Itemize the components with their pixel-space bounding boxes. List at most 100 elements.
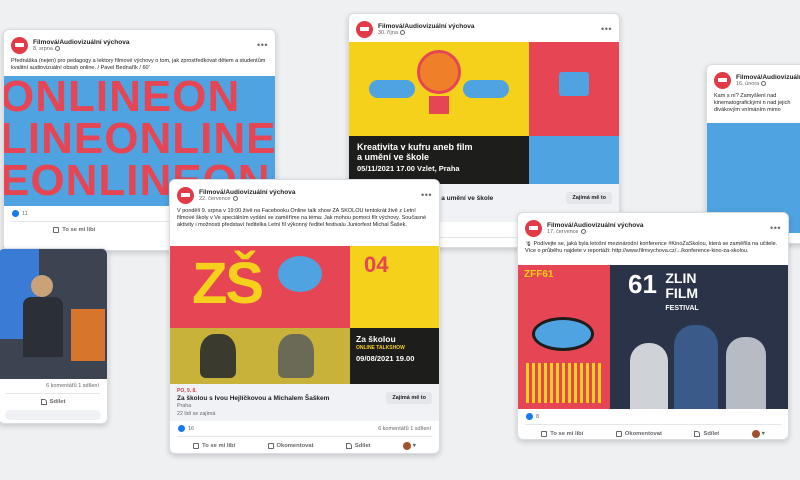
left-hand (369, 80, 415, 98)
comment-input[interactable] (5, 410, 101, 420)
sign-number: 61 (628, 269, 657, 299)
comment-icon (267, 443, 274, 449)
bulb-base (429, 96, 449, 114)
more-options-icon[interactable]: ••• (770, 224, 781, 233)
page-name[interactable]: Filmová/Audiovizuální výchova (378, 23, 601, 30)
globe-icon (399, 29, 405, 35)
audience-selector[interactable]: ▾ (751, 430, 765, 438)
festival-poster-left: ZFF61 (518, 265, 610, 409)
stripes-graphic (526, 363, 602, 403)
post-card-konference: Filmová/Audiovizuální výchova 17. červen… (517, 212, 789, 440)
post-header: Filmová/Audiovizuální výchova 17. červen… (518, 213, 788, 241)
post-image-speaker[interactable] (0, 249, 107, 379)
page-avatar[interactable] (525, 219, 542, 237)
comment-share-counts[interactable]: 6 komentářů 1 sdílení (378, 426, 431, 432)
page-name[interactable]: Filmová/Audiovizuální výchova (736, 74, 800, 81)
thumbs-up-icon (53, 227, 60, 234)
post-header: Filmová/Audiovizuální výchova 22. červen… (170, 180, 439, 208)
festival-sign: 61 ZLIN FILM FESTIVAL (628, 271, 699, 316)
share-icon (40, 399, 47, 405)
like-reaction-icon (526, 413, 533, 420)
post-actions: Sdílet (6, 393, 100, 410)
thumbs-up-icon (541, 431, 548, 437)
play-panel (529, 42, 619, 136)
interested-button[interactable]: Zajímá mě to (566, 192, 612, 204)
thumbs-up-icon (193, 443, 200, 449)
like-button[interactable]: To se mi líbí (193, 442, 235, 450)
post-header: Filmová/Audiovizuální výchova 16. února (707, 65, 800, 93)
like-reaction-icon (178, 425, 185, 432)
post-photo-festival[interactable]: ZFF61 61 ZLIN FILM FESTIVAL (518, 265, 788, 409)
person-2 (674, 325, 718, 409)
post-stats: 16 6 komentářů 1 sdílení (170, 421, 439, 436)
photo-panel-guests (170, 328, 350, 384)
page-name[interactable]: Filmová/Audiovizuální výchova (33, 39, 257, 46)
zs-lettering: ZŠ (192, 251, 264, 316)
post-date[interactable]: 8. srpna (33, 46, 257, 52)
page-avatar[interactable] (714, 71, 731, 89)
play-icon (559, 72, 589, 96)
comment-button[interactable]: Okomentovat (615, 430, 662, 438)
user-avatar (402, 442, 411, 450)
zs-bubble (278, 256, 322, 292)
user-avatar (751, 430, 760, 438)
post-date[interactable]: 17. července (547, 229, 770, 235)
sign-line-3: FESTIVAL (665, 305, 699, 312)
event-link[interactable]: PO, 9. 8. Za školou s Ivou Hejlíčkovou a… (170, 384, 439, 421)
globe-icon (232, 195, 238, 201)
audience-selector[interactable]: ▾ (402, 442, 416, 450)
interested-button[interactable]: Zajímá mě to (386, 392, 432, 404)
post-date[interactable]: 30. října (378, 30, 601, 36)
eye-graphic (532, 317, 594, 351)
stage-chair (71, 309, 105, 361)
more-options-icon[interactable]: ••• (601, 25, 612, 34)
chevron-down-icon: ▾ (761, 431, 765, 437)
cover-title: Za školou (356, 334, 396, 344)
guest-photo-1 (200, 334, 236, 378)
page-avatar[interactable] (177, 186, 194, 204)
guest-photo-2 (278, 334, 314, 378)
title-panel: Kreativita v kufru aneb film a umění ve … (349, 136, 529, 184)
right-hand (463, 80, 509, 98)
post-stats: 6 komentářů 1 sdílení (46, 383, 99, 389)
number-panel: 04 (350, 246, 439, 328)
speaker-body (23, 297, 63, 357)
person-3 (726, 337, 766, 409)
event-cover-za-skolou[interactable]: ZŠ 04 Za školou ONLINE TALKSHOW 09/08/20… (170, 246, 439, 384)
title-panel: Za školou ONLINE TALKSHOW 09/08/2021 19.… (350, 328, 439, 384)
post-card-speaker: 6 komentářů 1 sdílení Sdílet (0, 248, 108, 424)
post-text: 🎙 Podívejte se, jaká byla letošní meziná… (525, 241, 778, 255)
post-actions: To se mi líbí Okomentovat Sdílet ▾ (525, 424, 781, 439)
event-cover-kreativita[interactable]: Kreativita v kufru aneb film a umění ve … (349, 42, 619, 184)
comment-button[interactable]: Okomentovat (267, 442, 314, 450)
comment-icon (615, 431, 622, 437)
zs-logo-panel: ZŠ (170, 246, 350, 328)
post-date[interactable]: 16. února (736, 81, 800, 87)
more-options-icon[interactable]: ••• (421, 191, 432, 200)
page-avatar[interactable] (356, 20, 373, 38)
cover-title: Kreativita v kufru aneb film a umění ve … (357, 142, 473, 162)
share-button[interactable]: Sdílet (694, 430, 719, 438)
globe-icon (54, 45, 60, 51)
poster-label: ZFF61 (524, 269, 554, 280)
person-1 (630, 343, 668, 409)
like-button[interactable]: To se mi líbí (541, 430, 583, 438)
more-options-icon[interactable]: ••• (257, 41, 268, 50)
bulb-panel (349, 42, 529, 136)
episode-number: 04 (364, 252, 389, 277)
page-name[interactable]: Filmová/Audiovizuální výchova (547, 222, 770, 229)
post-actions: To se mi líbí Okomentovat Sdílet ▾ (177, 436, 432, 453)
page-name[interactable]: Filmová/Audiovizuální výchova (199, 189, 421, 196)
sign-line-2: FILM (665, 285, 699, 301)
post-header: Filmová/Audiovizuální výchova 8. srpna •… (4, 30, 275, 58)
post-card-za-skolou: Filmová/Audiovizuální výchova 22. červen… (169, 179, 440, 454)
share-icon (345, 443, 352, 449)
speaker-figure (31, 275, 53, 297)
post-date[interactable]: 22. července (199, 196, 421, 202)
like-button[interactable]: To se mi líbí (53, 227, 95, 234)
share-button[interactable]: Sdílet (345, 442, 371, 450)
chevron-down-icon: ▾ (412, 443, 416, 449)
page-avatar[interactable] (11, 36, 28, 54)
sign-line-1: ZLIN (665, 270, 697, 286)
share-button[interactable]: Sdílet (40, 399, 65, 405)
